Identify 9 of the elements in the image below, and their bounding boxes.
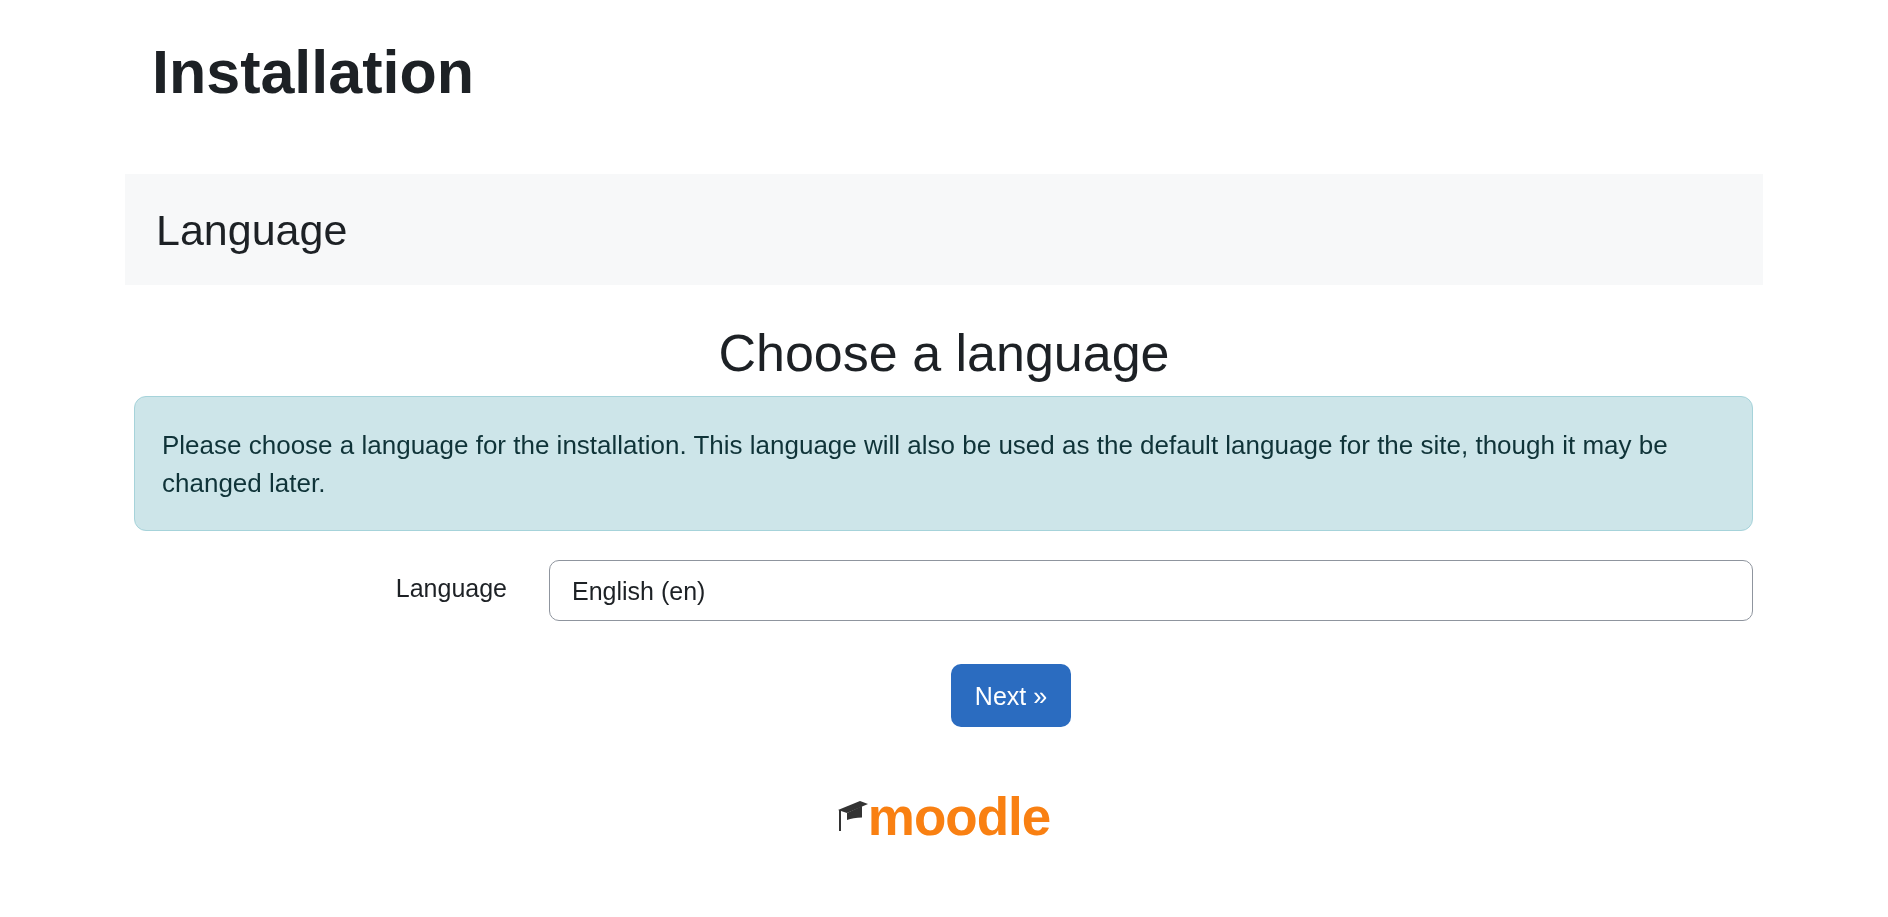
section-heading: Language: [156, 204, 348, 256]
form-heading: Choose a language: [718, 323, 1170, 384]
language-field[interactable]: English (en): [549, 560, 1753, 621]
logo-wordmark: moodle: [867, 791, 1051, 843]
graduation-cap-icon: [837, 801, 868, 831]
field-label: Language: [395, 573, 507, 604]
next-button[interactable]: Next »: [951, 664, 1071, 727]
alert-message: Please choose a language for the installation. This language will also be used as the default language for the site, though it may be changed later.: [162, 429, 1669, 500]
page-title: Installation: [152, 37, 474, 108]
